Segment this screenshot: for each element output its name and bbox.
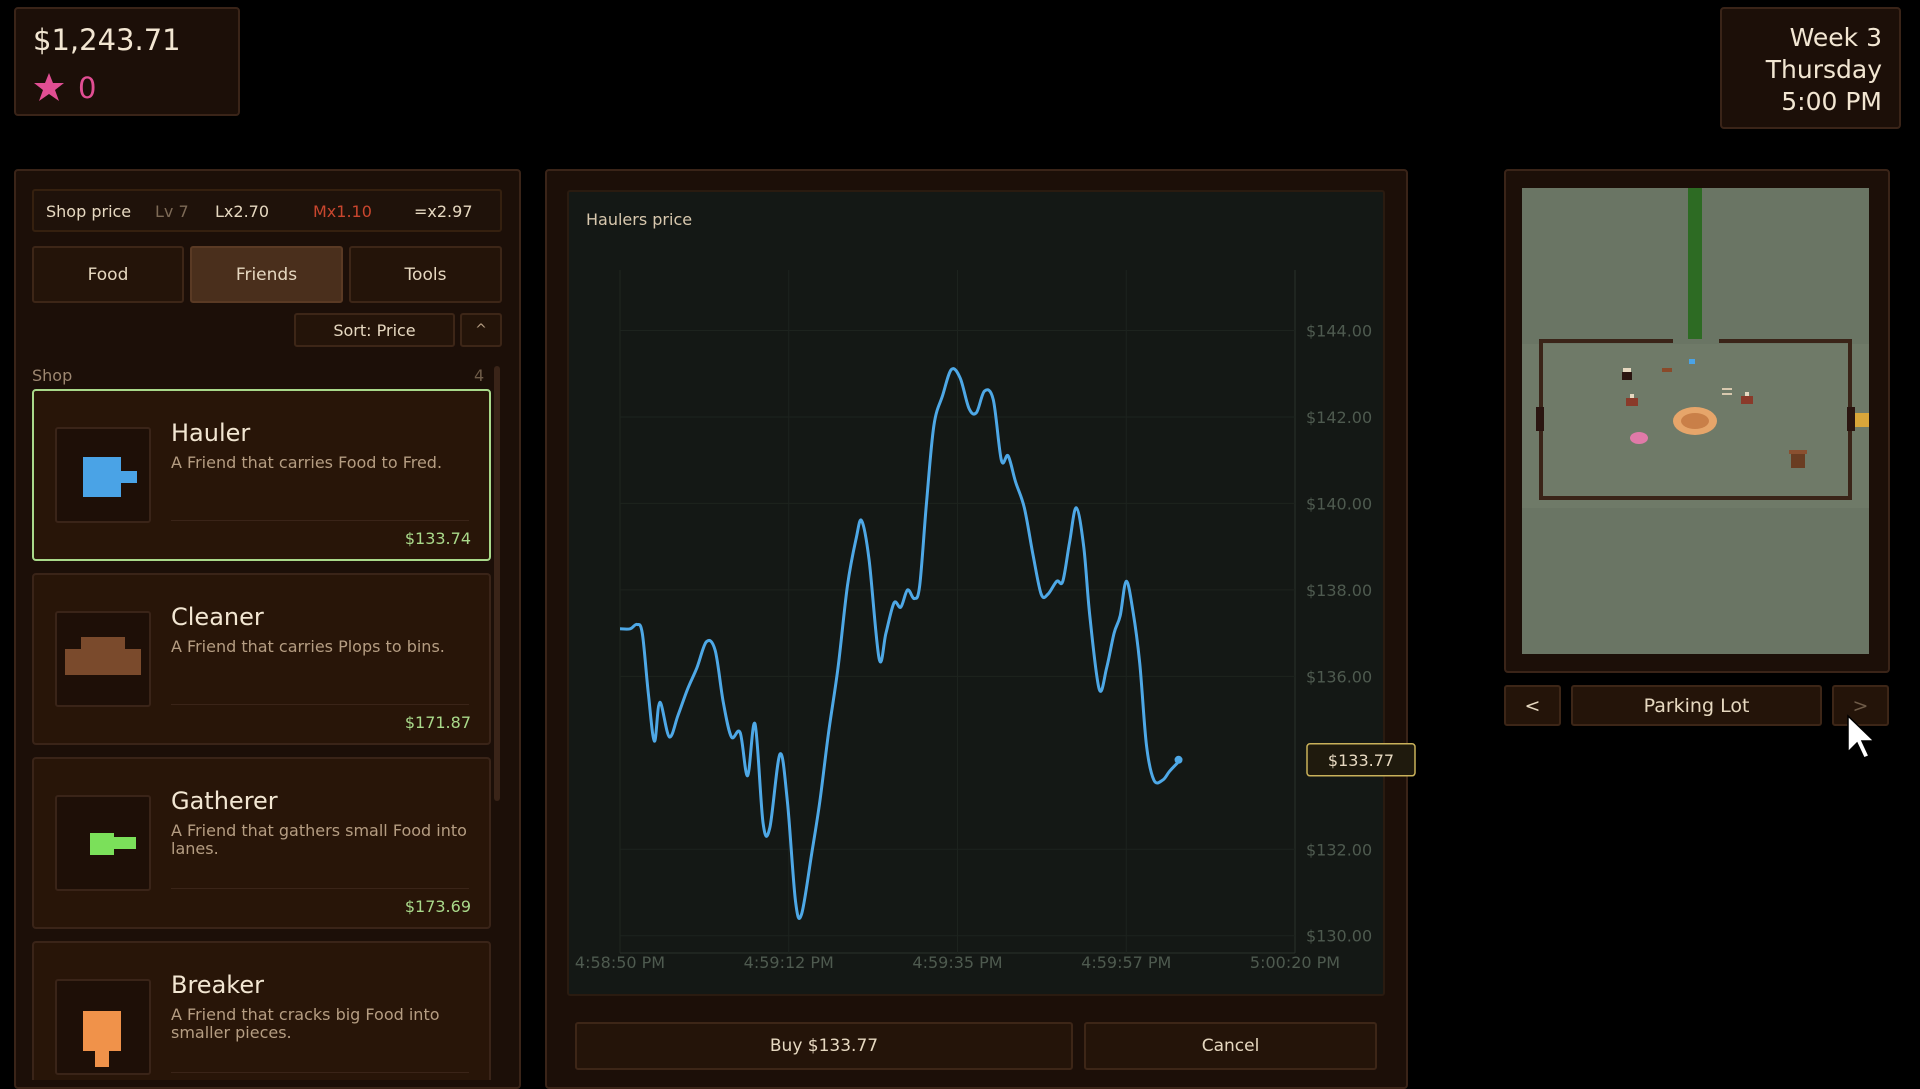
total-multiplier: =x2.97 [414, 202, 473, 221]
price-chart [567, 190, 1385, 996]
item-name: Gatherer [171, 787, 278, 815]
road-strip [1688, 188, 1702, 339]
lx-multiplier: Lx2.70 [215, 202, 270, 221]
item-thumbnail [55, 427, 151, 523]
section-label: Shop [32, 366, 73, 385]
shop-item-cleaner[interactable]: Cleaner A Friend that carries Plops to b… [32, 573, 491, 745]
item-divider [171, 520, 469, 521]
shop-item-hauler[interactable]: Hauler A Friend that carries Food to Fre… [32, 389, 491, 561]
item-divider [171, 1072, 469, 1073]
week-label: Week 3 [1789, 23, 1882, 52]
mx-multiplier: Mx1.10 [313, 202, 372, 221]
money-amount: $1,243.71 [33, 23, 181, 57]
item-name: Breaker [171, 971, 264, 999]
date-panel: Week 3 Thursday 5:00 PM [1720, 7, 1901, 129]
item-price: $133.74 [404, 529, 471, 548]
section-count: 4 [474, 366, 485, 385]
item-price: $171.87 [404, 713, 471, 732]
tab-tools[interactable]: Tools [349, 246, 502, 303]
map-scene [1522, 188, 1869, 654]
map-location-label: Parking Lot [1571, 685, 1822, 726]
cancel-button[interactable]: Cancel [1084, 1022, 1377, 1070]
chart-title: Haulers price [586, 210, 693, 229]
item-divider [171, 704, 469, 705]
sort-button[interactable]: Sort: Price [294, 313, 455, 347]
shop-price-row: Shop price Lv 7 Lx2.70 Mx1.10 =x2.97 [32, 189, 502, 232]
item-divider [171, 888, 469, 889]
sort-direction-button[interactable]: ^ [460, 313, 502, 347]
item-thumbnail [55, 611, 151, 707]
star-count: 0 [78, 71, 97, 105]
item-price: $173.69 [404, 897, 471, 916]
item-name: Hauler [171, 419, 251, 447]
item-description: A Friend that cracks big Food into small… [171, 1005, 440, 1042]
money-panel: $1,243.71 0 [14, 7, 240, 116]
tab-friends[interactable]: Friends [190, 246, 343, 303]
shop-item-gatherer[interactable]: Gatherer A Friend that gathers small Foo… [32, 757, 491, 929]
gatherer-icon [90, 833, 136, 855]
shop-item-breaker[interactable]: Breaker A Friend that cracks big Food in… [32, 941, 491, 1080]
cleaner-icon [65, 637, 141, 675]
item-description: A Friend that carries Food to Fred. [171, 453, 443, 472]
map-view[interactable] [1522, 188, 1869, 654]
item-description: A Friend that gathers small Food into la… [171, 821, 467, 858]
item-thumbnail [55, 979, 151, 1075]
tab-food[interactable]: Food [32, 246, 184, 303]
item-name: Cleaner [171, 603, 264, 631]
breaker-icon [83, 1011, 121, 1067]
shop-level: Lv 7 [155, 202, 189, 221]
item-description: A Friend that carries Plops to bins. [171, 637, 445, 656]
map-prev-button[interactable]: < [1504, 685, 1561, 726]
star-icon [34, 73, 64, 101]
shop-price-label: Shop price [46, 202, 132, 221]
item-thumbnail [55, 795, 151, 891]
shop-scrollbar[interactable] [494, 366, 500, 801]
hauler-icon [83, 457, 137, 497]
mouse-cursor-icon [1847, 714, 1876, 759]
day-label: Thursday [1765, 55, 1882, 84]
time-label: 5:00 PM [1781, 87, 1882, 116]
buy-button[interactable]: Buy $133.77 [575, 1022, 1073, 1070]
